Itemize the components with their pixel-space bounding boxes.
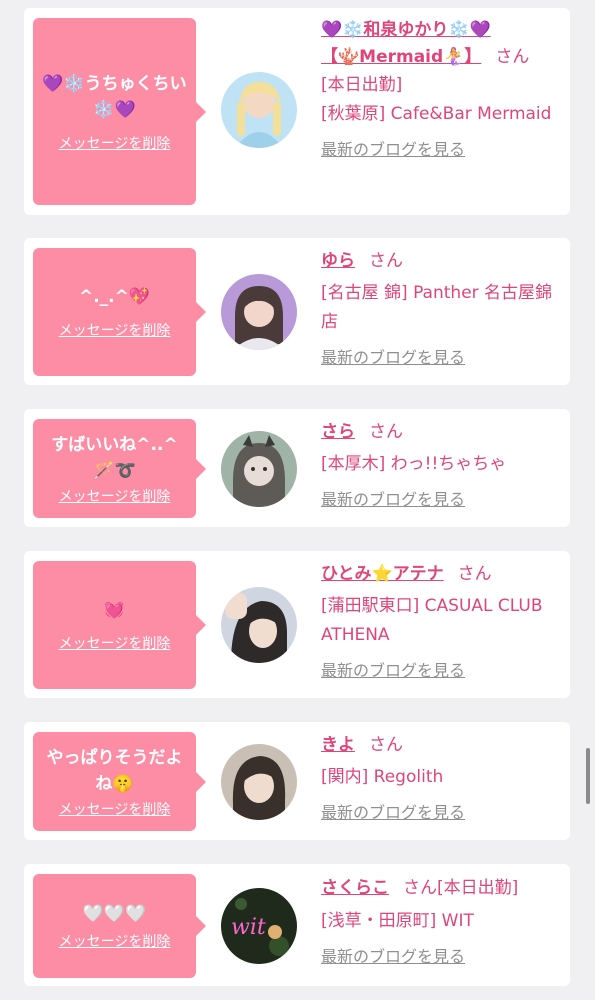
message-bubble: ^._.^💖 メッセージを削除 — [33, 248, 206, 376]
shop-name: [浅草・田原町] WIT — [321, 911, 474, 931]
delete-message-link[interactable]: メッセージを削除 — [59, 133, 171, 153]
blog-link[interactable]: 最新のブログを見る — [321, 488, 561, 512]
message-card: すばいいね^..^🪄➰ メッセージを削除 さら さん [本厚木] わっ!!ちゃちゃ… — [24, 409, 570, 527]
cast-name-link[interactable]: 【🪸Mermaid🧜‍♀️】 — [321, 47, 481, 67]
message-card: 💓 メッセージを削除 ひとみ⭐アテナ さん [蒲田駅東口] CASUAL CLUB… — [24, 551, 570, 698]
message-card: やっぱりそうだよね🤫 メッセージを削除 きよ さん [関内] Regolith 最… — [24, 722, 570, 840]
delete-message-link[interactable]: メッセージを削除 — [59, 633, 171, 653]
message-card: ^._.^💖 メッセージを削除 ゆら さん [名古屋 錦] Panther 名古屋… — [24, 238, 570, 385]
honorific: さん — [369, 735, 403, 755]
entry-info: きよ さん [関内] Regolith 最新のブログを見る — [321, 732, 561, 825]
honorific: さん — [457, 564, 492, 584]
name-line: さくらこ さん[本日出勤] — [321, 874, 561, 903]
shop-name: [蒲田駅東口] CASUAL CLUB ATHENA — [321, 596, 543, 645]
message-text: 💜❄️うちゅくちい❄️💜 — [42, 73, 187, 120]
message-bubble: すばいいね^..^🪄➰ メッセージを削除 — [33, 419, 206, 518]
message-text: 🤍🤍🤍 — [82, 904, 147, 924]
avatar[interactable] — [221, 744, 297, 820]
cast-name-link[interactable]: さら — [321, 422, 355, 442]
message-text: 💓 — [103, 600, 126, 620]
shop-name: [秋葉原] Cafe&Bar Mermaid — [321, 104, 552, 124]
blog-link[interactable]: 最新のブログを見る — [321, 346, 561, 370]
message-text: すばいいね^..^🪄➰ — [51, 434, 178, 481]
message-bubble: 🤍🤍🤍 メッセージを削除 — [33, 874, 206, 978]
entry-info: さくらこ さん[本日出勤] [浅草・田原町] WIT 最新のブログを見る — [321, 874, 561, 969]
entry-info: ひとみ⭐アテナ さん [蒲田駅東口] CASUAL CLUB ATHENA 最新の… — [321, 561, 561, 683]
entry-info: ゆら さん [名古屋 錦] Panther 名古屋錦店 最新のブログを見る — [321, 248, 561, 370]
honorific: さん — [495, 47, 530, 67]
honorific: さん — [403, 878, 437, 898]
blog-link[interactable]: 最新のブログを見る — [321, 945, 561, 969]
cast-name-link[interactable]: きよ — [321, 735, 355, 755]
cast-name-link[interactable]: ゆら — [321, 251, 355, 271]
avatar[interactable] — [221, 72, 297, 148]
entry-info: さら さん [本厚木] わっ!!ちゃちゃ 最新のブログを見る — [321, 419, 561, 512]
avatar[interactable] — [221, 274, 297, 350]
cast-name-link[interactable]: さくらこ — [321, 878, 389, 898]
shop-name: [名古屋 錦] Panther 名古屋錦店 — [321, 283, 553, 332]
blog-link[interactable]: 最新のブログを見る — [321, 801, 561, 825]
shop-name: [本厚木] わっ!!ちゃちゃ — [321, 454, 507, 474]
name-line: ゆら さん — [321, 248, 561, 275]
name-line: ひとみ⭐アテナ さん — [321, 561, 561, 588]
delete-message-link[interactable]: メッセージを削除 — [59, 320, 171, 340]
avatar[interactable]: wit — [221, 888, 297, 964]
shop-name: [関内] Regolith — [321, 767, 444, 787]
message-bubble: 💜❄️うちゅくちい❄️💜 メッセージを削除 — [33, 18, 206, 205]
name-line: さら さん — [321, 419, 561, 446]
honorific: さん — [369, 422, 403, 442]
delete-message-link[interactable]: メッセージを削除 — [59, 799, 171, 819]
work-status: [本日出勤] — [437, 878, 519, 898]
honorific: さん — [369, 251, 403, 271]
entry-info: 💜❄️和泉ゆかり❄️💜 【🪸Mermaid🧜‍♀️】 さん [本日出勤] [秋葉原… — [321, 17, 561, 162]
message-text: やっぱりそうだよね🤫 — [46, 747, 183, 794]
work-status: [本日出勤] — [321, 75, 403, 95]
avatar[interactable] — [221, 587, 297, 663]
delete-message-link[interactable]: メッセージを削除 — [59, 486, 171, 506]
message-card: 💜❄️うちゅくちい❄️💜 メッセージを削除 💜❄️和泉ゆかり❄️💜 【🪸Merm… — [24, 8, 570, 215]
scrollbar[interactable] — [586, 748, 590, 804]
message-text: ^._.^💖 — [78, 287, 151, 307]
avatar[interactable] — [221, 431, 297, 507]
cast-name-link[interactable]: 💜❄️和泉ゆかり❄️💜 — [321, 20, 491, 40]
name-line: 💜❄️和泉ゆかり❄️💜 — [321, 17, 561, 44]
cast-name-link[interactable]: ひとみ⭐アテナ — [321, 564, 444, 584]
blog-link[interactable]: 最新のブログを見る — [321, 659, 561, 683]
message-card: 🤍🤍🤍 メッセージを削除 wit さくらこ さん[本日出勤] [浅草・田原町] W… — [24, 864, 570, 986]
name-line: きよ さん — [321, 732, 561, 759]
blog-link[interactable]: 最新のブログを見る — [321, 138, 561, 162]
message-bubble: やっぱりそうだよね🤫 メッセージを削除 — [33, 732, 206, 831]
delete-message-link[interactable]: メッセージを削除 — [59, 931, 171, 951]
message-bubble: 💓 メッセージを削除 — [33, 561, 206, 689]
svg-text:wit: wit — [231, 915, 266, 940]
name-line: 【🪸Mermaid🧜‍♀️】 さん — [321, 44, 561, 71]
